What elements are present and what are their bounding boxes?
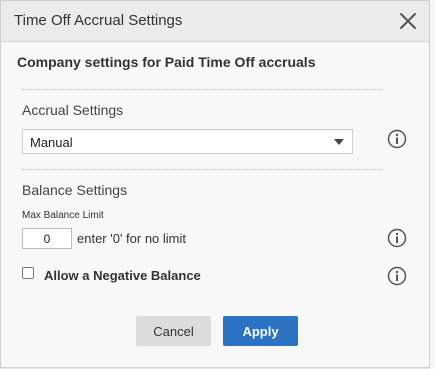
max-balance-input[interactable] — [22, 228, 72, 249]
divider — [22, 89, 382, 90]
info-icon[interactable] — [387, 129, 407, 149]
apply-button[interactable]: Apply — [223, 316, 298, 346]
dialog-titlebar: Time Off Accrual Settings — [1, 1, 429, 42]
cancel-button[interactable]: Cancel — [136, 316, 211, 346]
negative-balance-label[interactable]: Allow a Negative Balance — [44, 268, 201, 283]
balance-settings-heading: Balance Settings — [22, 182, 128, 198]
close-icon[interactable] — [397, 10, 419, 32]
divider — [22, 169, 382, 170]
accrual-settings-heading: Accrual Settings — [22, 102, 124, 118]
accrual-method-select[interactable]: Manual — [22, 129, 353, 154]
accrual-settings-dialog: Time Off Accrual Settings Company settin… — [0, 0, 430, 368]
chevron-down-icon — [334, 139, 344, 145]
accrual-method-value: Manual — [30, 135, 73, 150]
max-balance-label: Max Balance Limit — [22, 210, 104, 221]
dialog-title: Time Off Accrual Settings — [14, 12, 183, 29]
negative-balance-checkbox[interactable] — [22, 267, 34, 279]
info-icon[interactable] — [387, 228, 407, 248]
dialog-subtitle: Company settings for Paid Time Off accru… — [17, 54, 316, 70]
info-icon[interactable] — [387, 266, 407, 286]
max-balance-hint: enter '0' for no limit — [77, 231, 187, 246]
